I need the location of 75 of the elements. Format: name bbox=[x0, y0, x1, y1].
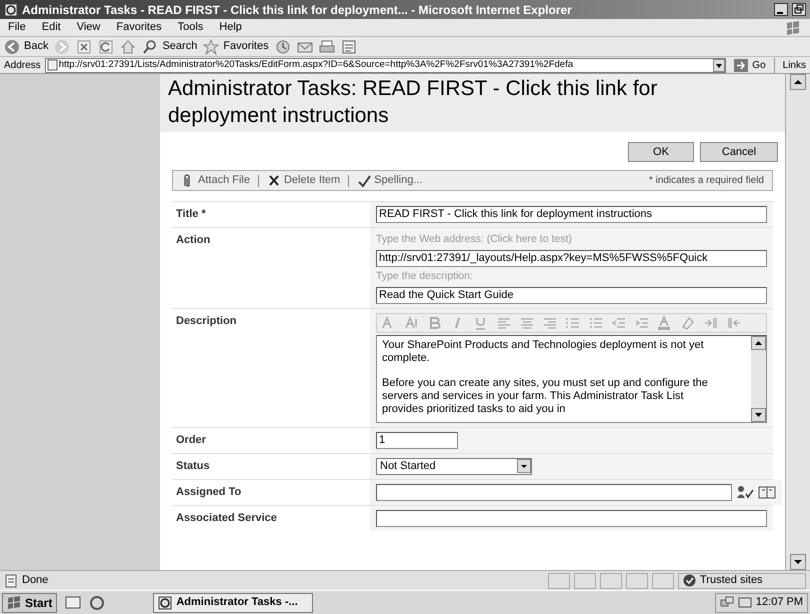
description-paragraph: Your SharePoint Products and Technologies deployment is not yet complete. bbox=[382, 338, 705, 364]
spell-check-icon bbox=[357, 173, 372, 188]
page-heading: deployment instructions bbox=[168, 103, 390, 129]
address-label: Address bbox=[4, 58, 41, 72]
scrollbar[interactable] bbox=[751, 336, 766, 422]
flag-icon bbox=[7, 596, 21, 610]
address-book-icon[interactable] bbox=[758, 485, 776, 499]
restore-icon[interactable] bbox=[792, 3, 806, 16]
minimize-icon[interactable] bbox=[774, 3, 788, 16]
ok-button[interactable]: OK bbox=[628, 142, 694, 162]
menu-item[interactable]: View bbox=[76, 19, 100, 36]
check-circle-icon bbox=[683, 574, 696, 587]
menu-item[interactable]: Favorites bbox=[116, 19, 162, 36]
x-icon bbox=[266, 173, 281, 188]
monitor-icon bbox=[738, 596, 752, 610]
page-icon bbox=[4, 574, 18, 588]
status-text: Done bbox=[22, 573, 50, 588]
flag-logo-icon bbox=[784, 20, 802, 36]
favorites-button[interactable]: Favorites bbox=[203, 38, 269, 56]
field-hint: Type the description: bbox=[376, 268, 474, 284]
description-field[interactable]: Read the Quick Start Guide bbox=[376, 286, 767, 304]
text-field[interactable]: READ FIRST - Click this link for deployment instructions bbox=[376, 206, 767, 223]
field-label: Status bbox=[175, 458, 211, 474]
required-note: * indicates a required field bbox=[648, 174, 764, 188]
text-field[interactable]: 1 bbox=[376, 432, 458, 448]
window-title: Administrator Tasks - READ FIRST - Click this link for deployment... - Microsoft Internet Explorer bbox=[22, 2, 573, 18]
search-button[interactable]: Search bbox=[142, 38, 198, 56]
toolbar-delete-button[interactable]: Delete Item bbox=[266, 172, 340, 189]
text-color-icon[interactable] bbox=[657, 315, 672, 330]
zone-text: Trusted sites bbox=[700, 573, 763, 588]
toolbar-attach-button[interactable]: Attach File bbox=[181, 172, 250, 189]
menu-item[interactable]: Edit bbox=[42, 19, 61, 36]
go-arrow-icon bbox=[734, 58, 748, 72]
clock-icon[interactable] bbox=[274, 38, 291, 54]
menu-item[interactable]: Help bbox=[219, 19, 242, 36]
menu-item[interactable]: Tools bbox=[178, 19, 204, 36]
scroll-up-icon[interactable] bbox=[751, 336, 766, 350]
search-icon bbox=[142, 38, 158, 54]
field-label: Title * bbox=[175, 207, 207, 222]
browser-icon bbox=[4, 2, 18, 16]
page-scrollbar[interactable] bbox=[785, 74, 810, 570]
field-label: Description bbox=[175, 314, 238, 328]
clock: 12:07 PM bbox=[756, 595, 803, 610]
browser-icon bbox=[158, 596, 172, 610]
text-field[interactable] bbox=[376, 510, 767, 526]
field-hint: Type the Web address: (Click here to test) bbox=[376, 232, 573, 247]
check-names-icon[interactable] bbox=[736, 485, 754, 499]
field-label: Order bbox=[175, 432, 207, 448]
browser-icon[interactable] bbox=[89, 594, 106, 610]
menu-item[interactable]: File bbox=[8, 19, 26, 36]
stop-icon[interactable] bbox=[76, 38, 92, 54]
go-button[interactable]: Go bbox=[730, 58, 770, 72]
field-label: Associated Service bbox=[175, 510, 278, 526]
address-field[interactable]: http://srv01:27391/Lists/Administrator%20Tasks/EditForm.aspx?ID=6&Source=http%3A%2F%2Fsrv01%3A27391%2Fdefa bbox=[44, 58, 726, 72]
url-field[interactable]: http://srv01:27391/_layouts/Help.aspx?key=MS%5FWSS%5FQuick bbox=[376, 250, 767, 267]
network-icon bbox=[720, 596, 734, 610]
page-heading: Administrator Tasks: READ FIRST - Click this link for bbox=[168, 76, 658, 102]
field-label: Action bbox=[175, 233, 212, 248]
people-field[interactable] bbox=[376, 484, 732, 500]
scroll-down-icon[interactable] bbox=[751, 408, 766, 422]
start-button[interactable]: Start bbox=[2, 592, 58, 612]
taskbar-window-button[interactable]: Administrator Tasks -... bbox=[153, 592, 314, 612]
description-editor[interactable] bbox=[376, 334, 767, 422]
toolbar-spelling-button[interactable]: Spelling... bbox=[357, 172, 423, 189]
printer-icon[interactable] bbox=[318, 38, 335, 54]
links-button[interactable]: Links bbox=[774, 58, 806, 72]
desktop-icon[interactable] bbox=[65, 594, 82, 610]
home-icon[interactable] bbox=[120, 38, 136, 54]
field-label: Assigned To bbox=[175, 484, 242, 500]
cancel-button[interactable]: Cancel bbox=[700, 142, 778, 162]
refresh-icon[interactable] bbox=[98, 38, 114, 54]
document-icon[interactable] bbox=[340, 38, 357, 54]
description-paragraph: Before you can create any sites, you must set up and configure the servers and services in your farm. This Administrator Task List provides prioritized tasks to aid you in bbox=[382, 376, 709, 416]
status-dropdown[interactable]: Not Started bbox=[376, 458, 532, 474]
back-button[interactable]: Back bbox=[4, 38, 48, 56]
